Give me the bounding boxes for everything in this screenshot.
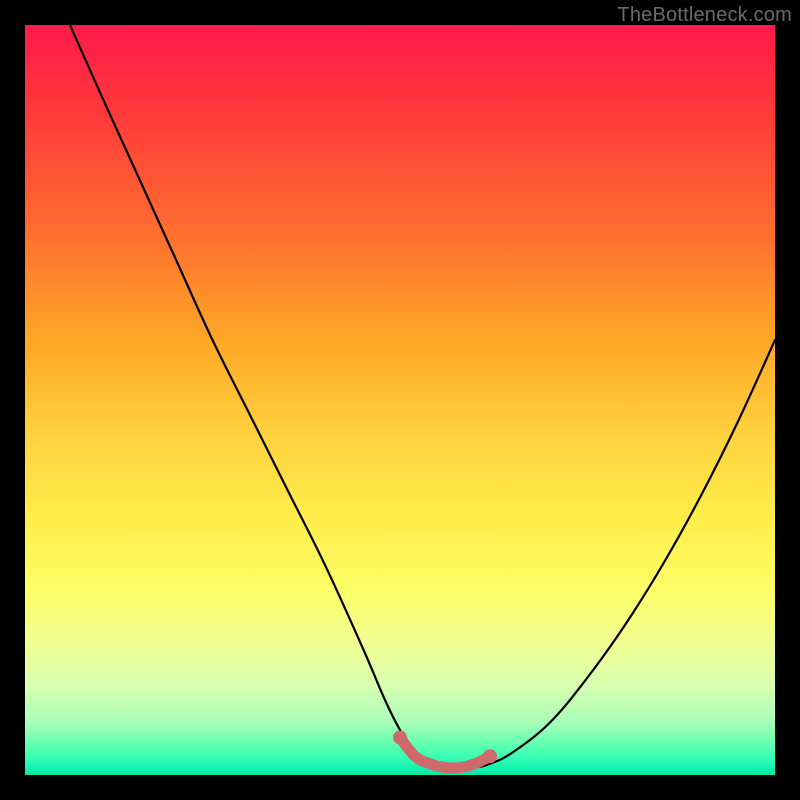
bottleneck-curve [70,25,775,768]
watermark-text: TheBottleneck.com [617,4,792,27]
chart-frame: TheBottleneck.com [0,0,800,800]
curve-svg [25,25,775,775]
optimal-zone-end-dot [393,731,407,745]
optimal-zone-marker [400,738,490,769]
plot-area [25,25,775,775]
optimal-zone-end-dot [483,749,497,763]
